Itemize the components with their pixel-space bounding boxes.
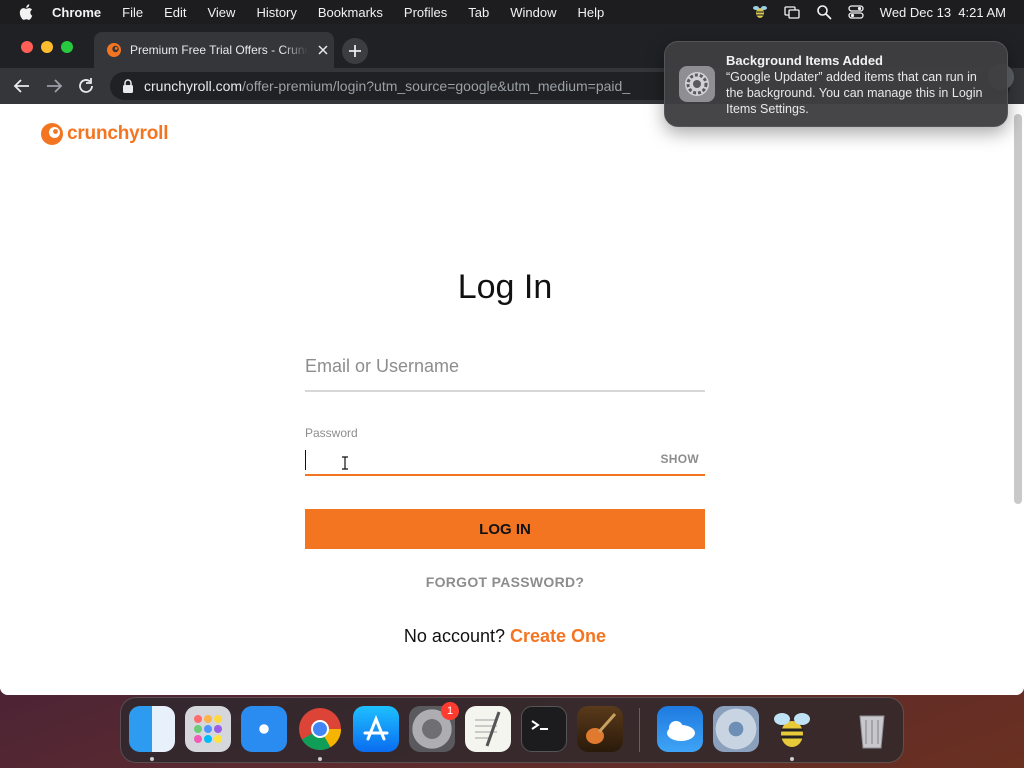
forward-arrow-icon[interactable] (45, 77, 63, 95)
weather-icon[interactable] (657, 706, 703, 752)
logo-text: crunchyroll (67, 123, 169, 144)
back-arrow-icon[interactable] (13, 77, 31, 95)
close-window-button[interactable] (21, 41, 33, 53)
crunchyroll-logo[interactable]: crunchyroll (40, 122, 168, 146)
page-title: Log In (457, 268, 553, 306)
password-field[interactable]: Password SHOW (305, 426, 705, 476)
plus-icon (349, 45, 361, 57)
screen-mirroring-icon[interactable] (784, 4, 800, 20)
menu-edit[interactable]: Edit (164, 5, 186, 20)
launchpad-grid-icon (194, 715, 222, 743)
cloud-icon (667, 721, 695, 741)
trash-can-icon (859, 715, 885, 749)
chrome-icon[interactable] (297, 706, 343, 752)
apple-icon[interactable] (18, 3, 36, 21)
lock-icon[interactable] (122, 79, 134, 93)
notification-title: Background Items Added (726, 53, 883, 68)
crunchyroll-login-page: crunchyroll Log In Email or Username Pas… (0, 104, 1024, 695)
password-label: Password (305, 426, 358, 440)
ibeam-cursor-icon (342, 456, 348, 470)
guitar-icon (586, 713, 617, 744)
garageband-icon[interactable] (577, 706, 623, 752)
reload-icon[interactable] (77, 77, 95, 95)
show-password-button[interactable]: SHOW (660, 452, 699, 466)
app-store-a-icon (363, 714, 389, 741)
menu-bar: Chrome File Edit View History Bookmarks … (0, 0, 1024, 24)
app-store-icon[interactable] (353, 706, 399, 752)
finder-icon[interactable] (129, 706, 175, 752)
forgot-password-link[interactable]: FORGOT PASSWORD? (0, 574, 1010, 590)
tab-title: Premium Free Trial Offers - Crunchyroll (130, 43, 308, 57)
text-caret (305, 450, 306, 470)
new-tab-button[interactable] (342, 38, 368, 64)
no-account-text: No account? (403, 626, 505, 646)
menubar-clock[interactable]: Wed Dec 13 4:21 AM (880, 5, 1006, 20)
finder-running-indicator (150, 757, 154, 761)
pen-paper-icon (475, 711, 501, 747)
email-placeholder: Email or Username (305, 356, 460, 376)
menu-bookmarks[interactable]: Bookmarks (318, 5, 383, 20)
no-account-row: No account? Create One (0, 626, 1010, 647)
spotlight-search-icon[interactable] (816, 4, 832, 20)
menu-profiles[interactable]: Profiles (404, 5, 447, 20)
fullscreen-window-button[interactable] (61, 41, 73, 53)
tab-crunchyroll[interactable]: Premium Free Trial Offers - Crunchyroll (94, 32, 334, 68)
create-account-link[interactable]: Create One (510, 626, 606, 646)
safari-icon[interactable] (241, 706, 287, 752)
notification-body: “Google Updater” added items that can ru… (726, 70, 983, 116)
system-settings-gear-icon (679, 66, 715, 102)
trash-icon[interactable] (849, 706, 895, 752)
crunchyroll-logo-icon (41, 123, 63, 145)
terminal-prompt-icon (531, 720, 548, 730)
settings-icon[interactable] (713, 706, 759, 752)
menu-help[interactable]: Help (578, 5, 605, 20)
notification-badge: 1 (441, 702, 459, 720)
bee-running-indicator (790, 757, 794, 761)
dock: 1 (120, 697, 904, 763)
bee-status-icon[interactable] (752, 4, 768, 20)
email-field[interactable]: Email or Username (305, 344, 705, 392)
chrome-running-indicator (318, 757, 322, 761)
crunchyroll-favicon-icon (107, 43, 121, 57)
menu-tab[interactable]: Tab (468, 5, 489, 20)
minimize-window-button[interactable] (41, 41, 53, 53)
launchpad-icon[interactable] (185, 706, 231, 752)
menu-view[interactable]: View (207, 5, 235, 20)
tab-close-icon[interactable] (316, 43, 330, 57)
menu-file[interactable]: File (122, 5, 143, 20)
notification-banner[interactable]: Background Items Added “Google Updater” … (664, 41, 1008, 127)
login-button[interactable]: LOG IN (305, 509, 705, 549)
menu-history[interactable]: History (256, 5, 296, 20)
menu-app-name[interactable]: Chrome (52, 5, 101, 20)
bee-icon[interactable] (769, 706, 815, 752)
page-scrollbar[interactable] (1014, 114, 1022, 504)
control-center-icon[interactable] (848, 4, 864, 20)
terminal-icon[interactable] (521, 706, 567, 752)
textedit-icon[interactable] (465, 706, 511, 752)
chrome-logo-icon (299, 708, 341, 751)
bee-app-icon (774, 713, 810, 747)
url-path: /offer-premium/login?utm_source=google&u… (242, 78, 631, 94)
menu-window[interactable]: Window (510, 5, 556, 20)
url-host: crunchyroll.com (144, 78, 243, 94)
dock-separator (639, 708, 640, 752)
